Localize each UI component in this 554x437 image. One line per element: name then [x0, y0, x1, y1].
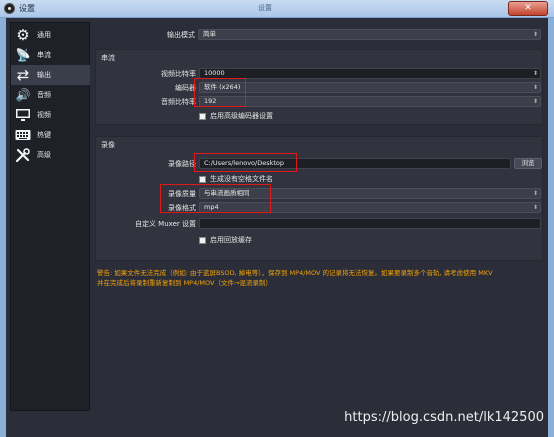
- sidebar-item-label: 视频: [37, 111, 51, 119]
- watermark-text: https://blog.csdn.net/lk142500: [344, 410, 544, 425]
- highlight-box-bitrate-encoder: [194, 78, 246, 107]
- sidebar-item-audio[interactable]: 🔊 音频: [11, 85, 90, 105]
- encoder-label: 编码器: [175, 84, 196, 92]
- recording-group-title: 录像: [101, 141, 115, 149]
- browse-button[interactable]: 浏览: [514, 158, 542, 169]
- keyboard-icon: [13, 126, 33, 144]
- checkbox-box[interactable]: [199, 112, 206, 120]
- checkbox-box[interactable]: [199, 236, 206, 244]
- sidebar-item-hotkeys[interactable]: 热键: [11, 125, 90, 145]
- replay-buffer-checkbox[interactable]: 启用回放缓存: [199, 235, 252, 245]
- window-center-title: 设置: [258, 4, 272, 12]
- streaming-group-title: 串流: [101, 54, 115, 62]
- video-bitrate-value: 10000: [204, 69, 225, 77]
- spin-arrow-icon[interactable]: ⬍: [533, 69, 538, 78]
- spin-arrow-icon: ⬍: [532, 204, 538, 211]
- warning-line-2: 并在完成后将录制重新复制到 MP4/MOV（文件→混流录制）: [97, 279, 272, 287]
- spin-arrow-icon: ⬍: [532, 31, 538, 38]
- sidebar-item-stream[interactable]: 📡 串流: [11, 45, 90, 65]
- sidebar-item-label: 串流: [37, 51, 51, 59]
- window-title: 设置: [19, 4, 35, 13]
- advanced-encoder-checkbox[interactable]: 启用高级编码器设置: [199, 111, 273, 121]
- close-button[interactable]: ✕: [508, 1, 548, 16]
- sidebar-item-video[interactable]: 视频: [11, 105, 90, 125]
- monitor-icon: [13, 106, 33, 124]
- highlight-box-recording-path: [194, 153, 297, 172]
- output-mode-value: 简单: [203, 30, 216, 38]
- output-icon: ⇄: [16, 65, 30, 84]
- sidebar-item-label: 输出: [37, 71, 51, 79]
- recording-warning-text: 警告: 如果文件无法完成（例如: 由于蓝屏BSOD, 掉电等），保存到 MP4/…: [97, 268, 543, 288]
- spin-arrow-icon: ⬍: [532, 190, 538, 197]
- audio-bitrate-label: 音频比特率: [161, 98, 196, 106]
- sidebar-item-label: 高级: [37, 151, 51, 159]
- speaker-icon: 🔊: [15, 88, 31, 102]
- settings-dialog: ⚙ 通用 📡 串流 ⇄ 输出 🔊 音频 视频 热键 高级 输出模式 简单 ⬍ 串…: [6, 18, 548, 437]
- window-frame: ⚙ 通用 📡 串流 ⇄ 输出 🔊 音频 视频 热键 高级 输出模式 简单 ⬍ 串…: [0, 18, 554, 437]
- audio-bitrate-select[interactable]: 192 ⬍: [199, 96, 541, 107]
- sidebar-item-general[interactable]: ⚙ 通用: [11, 25, 90, 45]
- gear-icon: ⚙: [16, 25, 30, 44]
- checkbox-box[interactable]: [199, 175, 206, 183]
- advanced-encoder-label: 启用高级编码器设置: [210, 112, 273, 120]
- sidebar-item-label: 通用: [37, 31, 51, 39]
- sidebar-item-label: 音频: [37, 91, 51, 99]
- sidebar-item-label: 热键: [37, 131, 51, 139]
- video-bitrate-input[interactable]: 10000 ⬍: [199, 68, 541, 79]
- antenna-icon: 📡: [15, 48, 31, 62]
- spin-arrow-icon: ⬍: [532, 98, 538, 105]
- muxer-settings-label: 自定义 Muxer 设置: [134, 220, 196, 228]
- tools-icon: [13, 146, 33, 164]
- output-settings-panel: 输出模式 简单 ⬍ 串流 视频比特率 10000 ⬍ 编码器 软件 (x264)…: [93, 22, 546, 411]
- video-bitrate-label: 视频比特率: [161, 70, 196, 78]
- output-mode-label: 输出模式: [167, 31, 195, 39]
- spin-arrow-icon: ⬍: [532, 84, 538, 91]
- sidebar-item-output[interactable]: ⇄ 输出: [11, 65, 90, 85]
- warning-line-1: 警告: 如果文件无法完成（例如: 由于蓝屏BSOD, 掉电等），保存到 MP4/…: [97, 269, 493, 277]
- replay-buffer-label: 启用回放缓存: [210, 236, 252, 244]
- recording-path-label: 录像路径: [168, 160, 196, 168]
- obs-logo-icon: [4, 3, 15, 14]
- muxer-settings-input[interactable]: [199, 218, 541, 229]
- sidebar-item-advanced[interactable]: 高级: [11, 145, 90, 165]
- highlight-box-quality-format: [160, 184, 271, 213]
- output-mode-select[interactable]: 简单 ⬍: [198, 29, 541, 40]
- encoder-select[interactable]: 软件 (x264) ⬍: [199, 82, 541, 93]
- streaming-group: 串流 视频比特率 10000 ⬍ 编码器 软件 (x264) ⬍ 音频比特率 1…: [95, 49, 543, 125]
- settings-sidebar: ⚙ 通用 📡 串流 ⇄ 输出 🔊 音频 视频 热键 高级: [10, 22, 90, 411]
- no-space-filename-checkbox[interactable]: 生成没有空格文件名: [199, 174, 273, 184]
- no-space-filename-label: 生成没有空格文件名: [210, 175, 273, 183]
- title-bar: 设置 设置 ✕: [0, 0, 554, 18]
